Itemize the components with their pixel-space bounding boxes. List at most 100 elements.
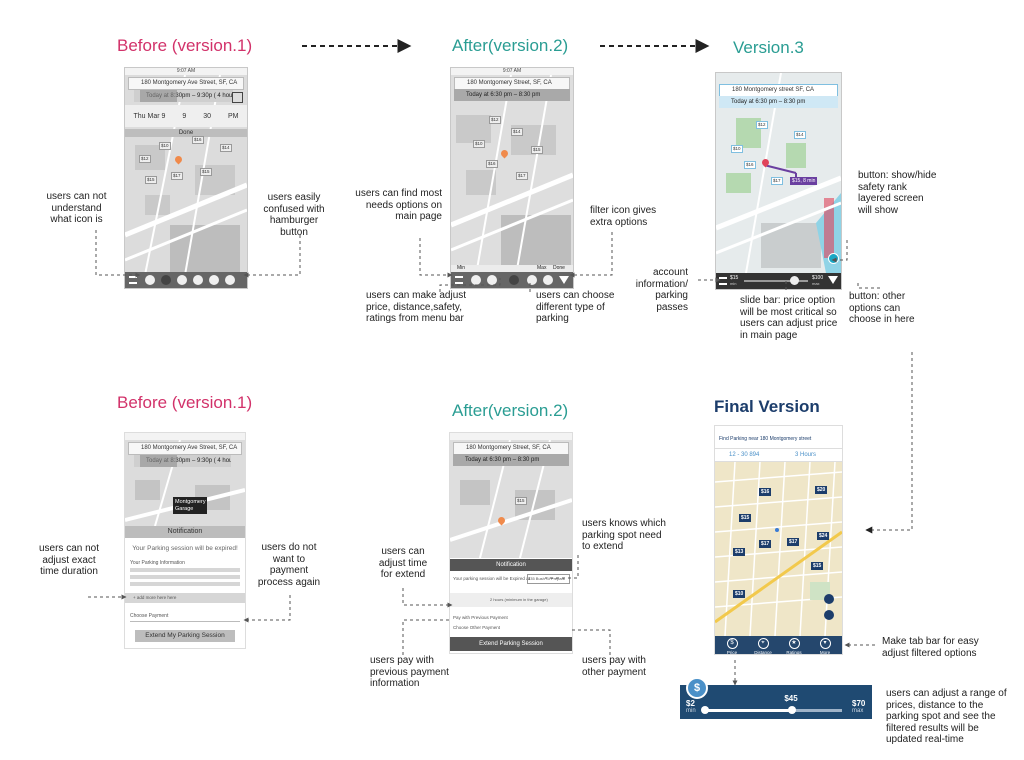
price-marker[interactable]: $15 <box>739 514 752 522</box>
price-marker[interactable]: $10 <box>473 140 485 148</box>
extend-time-row[interactable]: 2 hours (minimum in the garage) <box>450 593 572 607</box>
note-filter-icon: filter icon gives extra options <box>590 205 657 228</box>
price-marker[interactable]: $12 <box>139 155 151 163</box>
safety-icon[interactable] <box>527 275 537 285</box>
header-title: Find Parking near 180 Montgomery street <box>719 436 812 442</box>
slider-min-handle[interactable] <box>701 706 709 714</box>
filter-icon[interactable] <box>828 276 838 284</box>
price-marker[interactable]: $15 <box>200 168 212 176</box>
price-marker[interactable]: $16 <box>192 136 204 144</box>
price-marker[interactable]: $14 <box>220 144 232 152</box>
safety-icon[interactable] <box>193 275 203 285</box>
pay-previous-option[interactable]: Pay with Previous Payment <box>453 615 508 620</box>
price-marker[interactable]: $17 <box>171 172 183 180</box>
price-marker[interactable]: $10 <box>733 590 746 598</box>
done-button[interactable]: Done <box>125 129 247 137</box>
range-done-label[interactable]: Done <box>553 265 565 272</box>
callout-line <box>402 619 452 655</box>
note-parking-spot: users knows which parking spot need to e… <box>582 518 666 552</box>
slider-bar: $15 min $100 max <box>716 273 841 289</box>
price-marker[interactable]: $17 <box>771 177 783 185</box>
price-marker[interactable]: $10 <box>159 142 171 150</box>
time-field[interactable]: Today at 6:30 pm – 8:30 pm <box>454 89 570 101</box>
slider-handle[interactable] <box>790 276 799 285</box>
parking-type-icon[interactable] <box>509 275 519 285</box>
price-marker[interactable]: $16 <box>759 488 772 496</box>
title-before-bottom: Before (version.1) <box>117 393 253 412</box>
selected-price-marker[interactable]: $15, 8 min <box>790 177 818 185</box>
tab-ratings-label: Ratings <box>786 650 802 655</box>
info-line <box>130 582 240 586</box>
price-marker[interactable]: $15 <box>145 176 157 184</box>
slider-max-label: max <box>812 281 820 286</box>
tab-ratings[interactable]: ★ Ratings <box>779 638 809 655</box>
callout-line <box>243 595 291 623</box>
tab-price[interactable]: $ Price <box>717 638 747 654</box>
extend-session-button[interactable]: Extend Parking Session <box>450 637 572 651</box>
safety-toggle-button[interactable] <box>824 610 834 620</box>
account-icon[interactable] <box>145 275 155 285</box>
pay-other-option[interactable]: Choose Other Payment <box>453 625 500 630</box>
price-marker[interactable]: $12 <box>489 116 501 124</box>
choose-payment-label[interactable]: Choose Payment <box>130 613 168 619</box>
price-marker[interactable]: $16 <box>486 160 498 168</box>
address-field[interactable]: 180 Montgomery Ave Street, SF, CA <box>128 77 244 90</box>
price-marker[interactable]: $17 <box>759 540 772 548</box>
callout-line <box>570 629 611 655</box>
time-highlight <box>140 90 177 102</box>
note-safety-button: button: show/hide safety rank layered sc… <box>858 170 937 216</box>
tab-distance[interactable]: ⌖ Distance <box>748 638 778 654</box>
price-marker[interactable]: $17 <box>787 538 800 546</box>
price-marker[interactable]: $20 <box>815 486 828 494</box>
title-final-version: Final Version <box>714 397 820 416</box>
price-icon[interactable] <box>471 275 481 285</box>
phone-final: Find Parking near 180 Montgomery street … <box>714 425 843 655</box>
expire-message: Your Parking session will be expired! <box>132 545 238 552</box>
hamburger-icon[interactable] <box>455 276 463 284</box>
status-bar <box>125 433 245 440</box>
calendar-icon[interactable] <box>232 92 243 103</box>
range-min-label: Min <box>457 265 466 271</box>
distance-icon[interactable] <box>177 275 187 285</box>
price-marker[interactable]: $12 <box>756 121 768 129</box>
price-icon[interactable] <box>209 275 219 285</box>
callout-line <box>419 238 453 278</box>
price-marker[interactable]: $10 <box>731 145 743 153</box>
note-account: account information/ parking passes <box>635 267 688 313</box>
date-picker[interactable]: Thu Mar 9 9 30 PM <box>125 105 247 127</box>
filter-icon[interactable] <box>161 275 171 285</box>
price-marker[interactable]: $15 <box>515 497 527 505</box>
status-bar <box>450 433 572 440</box>
callout-line <box>865 352 913 534</box>
distance-icon[interactable] <box>487 275 497 285</box>
price-marker[interactable]: $14 <box>511 128 523 136</box>
hamburger-icon[interactable] <box>129 276 137 284</box>
safety-toggle-button[interactable] <box>828 253 839 264</box>
price-marker[interactable]: $13 <box>733 548 746 556</box>
hours-value: 3 Hours <box>795 452 817 458</box>
hamburger-icon[interactable] <box>719 277 727 285</box>
filter-icon[interactable] <box>559 276 569 284</box>
add-more-row[interactable]: + add more here here <box>125 593 245 603</box>
info-line <box>130 568 240 572</box>
price-marker[interactable]: $24 <box>817 532 830 540</box>
filter-summary[interactable]: 12 - 30 894 3 Hours <box>715 448 842 462</box>
price-marker[interactable]: $17 <box>516 172 528 180</box>
address-field[interactable]: 180 Montgomery Ave Street, SF, CA <box>128 442 242 455</box>
price-marker[interactable]: $15 <box>531 146 543 154</box>
tab-more[interactable]: ▾ More <box>810 638 840 654</box>
parking-info-label: Your Parking Information <box>130 560 185 566</box>
rating-icon[interactable] <box>225 275 235 285</box>
range-max-label: Max <box>537 265 547 271</box>
rating-icon[interactable] <box>543 275 553 285</box>
price-marker[interactable]: $14 <box>794 131 806 139</box>
time-field[interactable]: Today at 6:30 pm – 8:30 pm <box>453 454 569 466</box>
slider-max-handle[interactable] <box>788 706 797 714</box>
time-field[interactable]: Today at 6:30 pm – 8:30 pm <box>719 96 838 108</box>
phone-after-v2-bottom: 180 Montgomery Street, SF, CA Today at 6… <box>449 432 573 654</box>
price-marker[interactable]: $15 <box>811 562 824 570</box>
price-marker[interactable]: $16 <box>744 161 756 169</box>
extend-session-button[interactable]: Extend My Parking Session <box>135 630 235 642</box>
parking-location-field: 335 Bush St Prepark <box>527 574 570 584</box>
locate-me-button[interactable] <box>824 594 834 604</box>
